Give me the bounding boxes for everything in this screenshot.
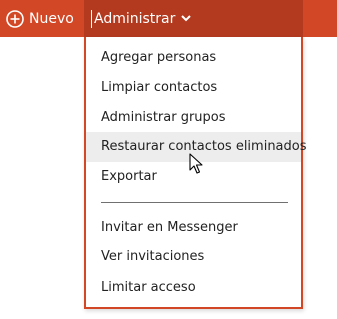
chevron-down-icon [181,15,192,22]
menu-item-label: Administrar grupos [101,110,226,125]
menu-item-label: Exportar [101,169,157,184]
menu-item-label: Ver invitaciones [101,249,205,264]
menu-item-label: Agregar personas [101,50,217,65]
menu-item-clean-contacts[interactable]: Limpiar contactos [86,74,301,102]
menu-item-view-invitations[interactable]: Ver invitaciones [86,243,301,271]
new-button[interactable]: Nuevo [0,0,74,37]
manage-button-label: Administrar [94,10,176,27]
menu-item-manage-groups[interactable]: Administrar grupos [86,104,301,132]
manage-button[interactable]: Administrar [84,0,303,37]
menu-divider [101,202,288,203]
menu-item-label: Limpiar contactos [101,80,218,95]
menu-item-invite-messenger[interactable]: Invitar en Messenger [86,214,301,242]
menu-item-label: Restaurar contactos eliminados [101,139,307,154]
menu-item-add-people[interactable]: Agregar personas [86,44,301,72]
manage-button-text: Administrar [91,9,177,28]
menu-item-label: Invitar en Messenger [101,220,238,235]
menu-item-label: Limitar acceso [101,280,196,295]
new-button-label: Nuevo [29,10,74,27]
mouse-pointer-icon [189,153,203,174]
menu-item-limit-access[interactable]: Limitar acceso [86,274,301,302]
plus-circle-icon [6,9,24,28]
